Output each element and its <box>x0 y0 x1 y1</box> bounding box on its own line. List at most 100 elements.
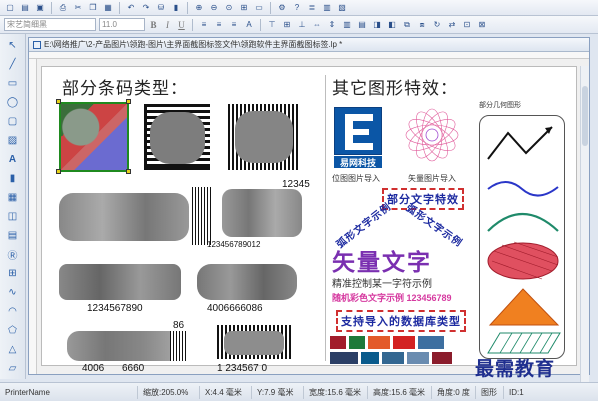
design-canvas[interactable]: 部分条码类型： 其它图形特效： 12345 123456789012 12345… <box>29 52 589 388</box>
label-page[interactable]: 部分条码类型： 其它图形特效： 12345 123456789012 12345… <box>41 66 577 374</box>
print-icon[interactable]: ⎙ <box>57 2 69 14</box>
rectangle-tool-icon[interactable]: ▭ <box>6 76 20 90</box>
barcode-1[interactable] <box>192 187 212 245</box>
distribute-v-icon[interactable]: ▤ <box>356 19 368 31</box>
ellipse-tool-icon[interactable]: ◯ <box>6 95 20 109</box>
sqlserver-logo-icon <box>368 336 390 349</box>
arc-tool-icon[interactable]: ◠ <box>6 304 20 318</box>
distribute-h-icon[interactable]: ▥ <box>341 19 353 31</box>
curve-tool-icon[interactable]: ∿ <box>6 285 20 299</box>
barcode-ean-blur[interactable] <box>59 193 189 241</box>
open-icon[interactable]: ▤ <box>19 2 31 14</box>
triangle-tool-icon[interactable]: △ <box>6 342 20 356</box>
dbase-logo-icon <box>432 352 452 364</box>
save-icon[interactable]: ▣ <box>34 2 46 14</box>
italic-button[interactable]: I <box>162 20 173 30</box>
bold-button[interactable]: B <box>148 20 159 30</box>
align-center-icon[interactable]: ≡ <box>213 19 225 31</box>
database-tool-icon[interactable]: ◫ <box>6 209 20 223</box>
align-left-icon[interactable]: ≡ <box>198 19 210 31</box>
mysql-logo-icon <box>418 336 444 349</box>
line-tool-icon[interactable]: ╱ <box>6 57 20 71</box>
qrcode-colored[interactable] <box>59 102 129 172</box>
table-tool-icon[interactable]: ⊞ <box>6 266 20 280</box>
vertical-scrollbar[interactable] <box>580 66 589 388</box>
same-height-icon[interactable]: ⇕ <box>326 19 338 31</box>
orange-triangle-shape <box>488 288 560 326</box>
redo-icon[interactable]: ↷ <box>140 2 152 14</box>
zoom-in-icon[interactable]: ⊕ <box>193 2 205 14</box>
rotate-icon[interactable]: ↻ <box>431 19 443 31</box>
copy-icon[interactable]: ❐ <box>87 2 99 14</box>
image-tool-icon[interactable]: ▨ <box>6 133 20 147</box>
barcode-5-blur[interactable] <box>67 331 182 361</box>
precise-control-text[interactable]: 精准控制某一字符示例 <box>332 275 432 290</box>
logo-letter-e-bar <box>353 129 369 135</box>
geometry-shapes[interactable] <box>482 119 564 355</box>
align-bottom-icon[interactable]: ⊥ <box>296 19 308 31</box>
font-name-select[interactable]: 宋艺简细黑 <box>4 18 96 31</box>
font-size-select[interactable]: 11.0 <box>99 18 145 31</box>
preview-icon[interactable]: ▭ <box>253 2 265 14</box>
barcode-5-bars[interactable] <box>170 331 188 361</box>
lock-icon[interactable]: ▥ <box>321 2 333 14</box>
register-tool-icon[interactable]: Ⓡ <box>6 247 20 262</box>
settings-icon[interactable]: ⚙ <box>276 2 288 14</box>
random-color-text[interactable]: 随机彩色文字示例 123456789 <box>332 291 452 304</box>
db-types-title[interactable]: 支持导入的数据库类型 <box>336 310 466 332</box>
grid-icon[interactable]: ⊞ <box>238 2 250 14</box>
selection-handle[interactable] <box>126 169 131 174</box>
selection-handle[interactable] <box>56 169 61 174</box>
new-icon[interactable]: ▢ <box>4 2 16 14</box>
group-icon[interactable]: ⧉ <box>401 19 413 31</box>
send-back-icon[interactable]: ◧ <box>386 19 398 31</box>
barcode-icon[interactable]: ▮ <box>170 2 182 14</box>
company-logo[interactable] <box>334 107 382 155</box>
barcode-tool-icon[interactable]: ▮ <box>6 171 20 185</box>
barcode-section-title[interactable]: 部分条码类型： <box>62 74 188 99</box>
select-pointer-icon[interactable]: ↖ <box>6 38 20 52</box>
image-icon[interactable]: ▧ <box>336 2 348 14</box>
shapes-title: 部分几何图形 <box>479 102 521 109</box>
zoom-fit-icon[interactable]: ⊙ <box>223 2 235 14</box>
paste-icon[interactable]: ▦ <box>102 2 114 14</box>
align-right-icon[interactable]: ≡ <box>228 19 240 31</box>
vector-text[interactable]: 矢量文字 <box>332 243 432 277</box>
help-icon[interactable]: ? <box>291 2 303 14</box>
ungroup-icon[interactable]: ⧈ <box>416 19 428 31</box>
align-middle-icon[interactable]: ⊞ <box>281 19 293 31</box>
zoom-out-icon[interactable]: ⊖ <box>208 2 220 14</box>
bring-front-icon[interactable]: ◨ <box>371 19 383 31</box>
underline-button[interactable]: U <box>176 20 187 30</box>
selection-handle[interactable] <box>126 99 131 104</box>
cut-icon[interactable]: ✂ <box>72 2 84 14</box>
status-zoom: 缩放:205.0% <box>138 385 200 399</box>
layers-icon[interactable]: ≣ <box>306 2 318 14</box>
scroll-thumb[interactable] <box>582 86 588 146</box>
serial-tool-icon[interactable]: ▤ <box>6 228 20 242</box>
status-printer: PrinterName <box>0 385 138 399</box>
barcode-4-blur[interactable] <box>197 264 297 300</box>
rounded-rect-tool-icon[interactable]: ▢ <box>6 114 20 128</box>
db-logo-row-2 <box>330 352 452 364</box>
green-arc-shape <box>487 212 559 232</box>
parallelogram-tool-icon[interactable]: ▱ <box>6 361 20 375</box>
undo-icon[interactable]: ↶ <box>125 2 137 14</box>
center-page-icon[interactable]: ⊡ <box>461 19 473 31</box>
effects-section-title[interactable]: 其它图形特效： <box>332 74 458 99</box>
green-hatched-parallelogram <box>487 332 561 354</box>
align-top-icon[interactable]: ⊤ <box>266 19 278 31</box>
text-tool-icon[interactable]: A <box>6 152 20 166</box>
horizontal-ruler <box>29 52 589 59</box>
flip-icon[interactable]: ⇄ <box>446 19 458 31</box>
text-color-icon[interactable]: A <box>243 19 255 31</box>
barcode-code128-blur[interactable] <box>222 189 302 237</box>
vector-spirograph-image[interactable] <box>402 105 462 165</box>
selection-handle[interactable] <box>56 99 61 104</box>
database-icon[interactable]: ⛁ <box>155 2 167 14</box>
barcode-3-blur[interactable] <box>59 264 181 300</box>
qrcode-tool-icon[interactable]: ▦ <box>6 190 20 204</box>
same-width-icon[interactable]: ⇔ <box>311 19 323 31</box>
polygon-tool-icon[interactable]: ⬠ <box>6 323 20 337</box>
lock-position-icon[interactable]: ⊠ <box>476 19 488 31</box>
